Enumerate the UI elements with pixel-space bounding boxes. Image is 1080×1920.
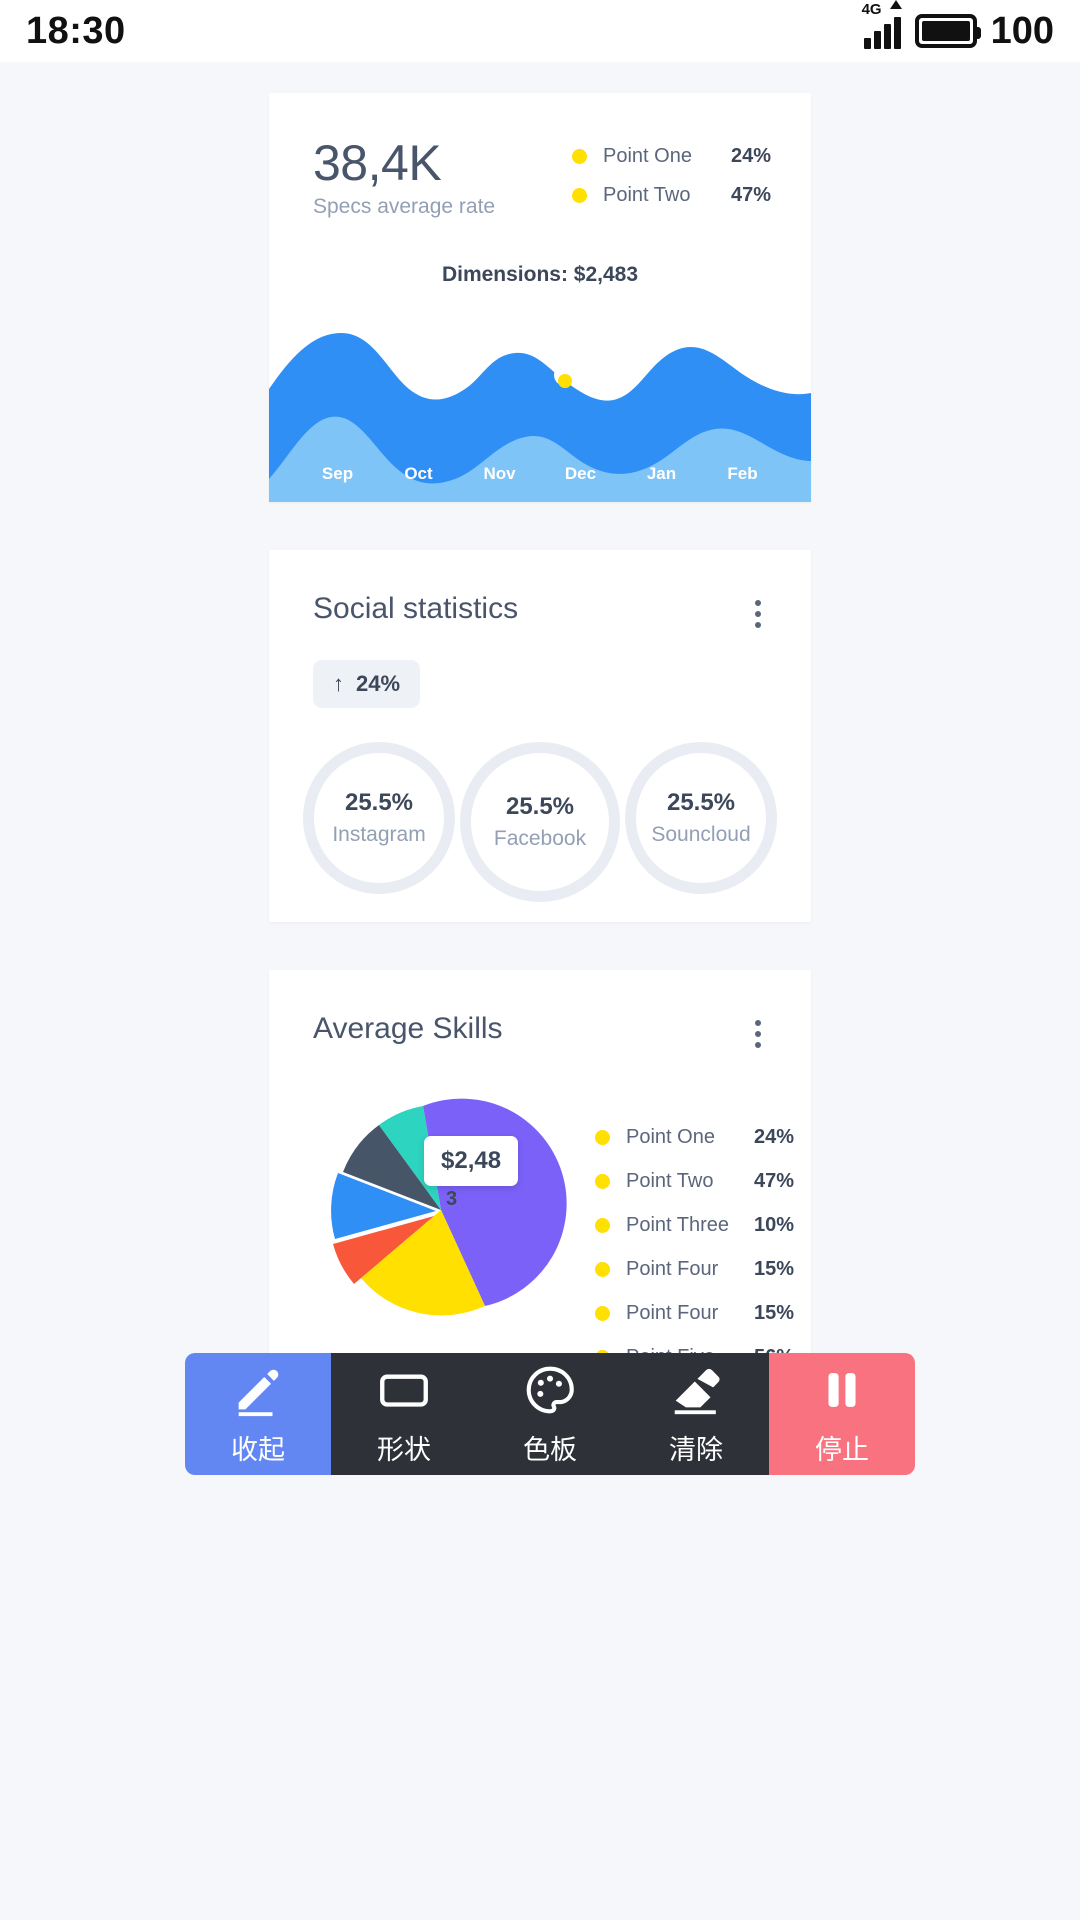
- eraser-icon: [674, 1368, 720, 1415]
- ring-percent: 25.5%: [344, 789, 414, 816]
- month-label: Nov: [483, 464, 516, 483]
- drawing-toolbar: 收起 形状 色板 清除 停止: [185, 1353, 915, 1475]
- network-type-label: 4G: [861, 1, 882, 18]
- month-label: Jan: [646, 464, 677, 483]
- legend-label: Point One: [626, 1126, 715, 1148]
- kpi-block: 38,4K Specs average rate: [313, 137, 495, 223]
- legend-item[interactable]: Point Two 47%: [595, 1170, 794, 1193]
- more-options-icon[interactable]: [745, 592, 771, 636]
- legend-dot-icon: [595, 1130, 610, 1145]
- legend-item[interactable]: Point Four 15%: [595, 1258, 794, 1281]
- area-chart: Sep Oct Nov Dec Jan Feb: [269, 327, 811, 502]
- signal-icon: 4G: [862, 0, 902, 49]
- legend-value: 10%: [753, 1214, 794, 1236]
- arrow-up-icon: ↑: [333, 671, 344, 696]
- social-ring-souncloud[interactable]: 25.5% Souncloud: [625, 742, 777, 894]
- battery-percent: 100: [990, 9, 1054, 52]
- legend-item[interactable]: Point Two 47%: [572, 184, 771, 207]
- toolbar-label: 停止: [815, 1435, 869, 1465]
- legend-dot-icon: [595, 1218, 610, 1233]
- legend-value: 47%: [753, 1170, 794, 1192]
- ring-label: Souncloud: [651, 823, 751, 846]
- toolbar-label: 色板: [523, 1435, 577, 1465]
- ring-percent: 25.5%: [666, 789, 736, 816]
- palette-icon: [526, 1366, 574, 1414]
- toolbar-label: 收起: [231, 1435, 285, 1465]
- legend-dot-icon: [572, 149, 587, 164]
- pie-tooltip: $2,48: [424, 1136, 519, 1186]
- specs-average-rate-card: 38,4K Specs average rate Point One 24% P…: [269, 93, 811, 502]
- status-badge: ↑ 24%: [313, 660, 421, 708]
- legend-item[interactable]: Point Three 10%: [595, 1214, 794, 1237]
- wave-card-header: 38,4K Specs average rate Point One 24% P…: [269, 93, 811, 223]
- legend-dot-icon: [595, 1262, 610, 1277]
- status-bar: 18:30 4G 100: [0, 0, 1080, 62]
- legend-dot-icon: [572, 188, 587, 203]
- legend-label: Point Two: [603, 184, 691, 206]
- dashboard-content: 38,4K Specs average rate Point One 24% P…: [0, 93, 1080, 1368]
- legend-item[interactable]: Point Four 15%: [595, 1302, 794, 1325]
- month-label: Sep: [321, 464, 354, 483]
- toolbar-button-shape[interactable]: 形状: [331, 1353, 477, 1475]
- legend-dot-icon: [595, 1174, 610, 1189]
- month-label: Feb: [727, 464, 758, 483]
- ring-percent: 25.5%: [505, 793, 575, 820]
- legend-label: Point Two: [626, 1170, 714, 1192]
- kpi-value: 38,4K: [313, 135, 442, 191]
- ring-label: Facebook: [493, 827, 587, 850]
- social-ring-instagram[interactable]: 25.5% Instagram: [303, 742, 455, 894]
- month-label: Oct: [404, 464, 433, 483]
- social-statistics-card: Social statistics ↑ 24% 25.5% Instagram …: [269, 550, 811, 922]
- legend-value: 24%: [753, 1126, 794, 1148]
- pencil-icon: [238, 1369, 279, 1417]
- legend-item[interactable]: Point One 24%: [595, 1126, 794, 1149]
- legend-value: 47%: [730, 184, 771, 206]
- legend-item[interactable]: Point One 24%: [572, 145, 771, 168]
- social-rings: 25.5% Instagram 25.5% Facebook 25.5% Sou…: [269, 708, 811, 902]
- social-ring-facebook[interactable]: 25.5% Facebook: [460, 742, 620, 902]
- pie-chart: $2,48 3: [291, 1078, 591, 1348]
- legend-value: 15%: [753, 1258, 794, 1280]
- toolbar-label: 清除: [669, 1435, 723, 1465]
- pie-tooltip-overflow: 3: [446, 1188, 458, 1210]
- social-card-header: Social statistics: [269, 550, 811, 636]
- more-options-icon[interactable]: [745, 1012, 771, 1056]
- signal-arrow-icon: [889, 0, 902, 9]
- toolbar-label: 形状: [377, 1435, 431, 1465]
- status-indicators: 4G 100: [862, 0, 1054, 53]
- month-label: Dec: [564, 464, 597, 483]
- legend-dot-icon: [595, 1306, 610, 1321]
- toolbar-button-collapse[interactable]: 收起: [185, 1353, 331, 1475]
- legend-value: 15%: [753, 1302, 794, 1324]
- status-time: 18:30: [26, 9, 126, 52]
- rectangle-icon: [380, 1374, 428, 1407]
- month-axis: Sep Oct Nov Dec Jan Feb: [269, 464, 811, 484]
- page-title-skills: Average Skills: [313, 1012, 503, 1045]
- toolbar-button-stop[interactable]: 停止: [769, 1353, 915, 1475]
- chart-marker-dot-top: [558, 374, 572, 388]
- pie-legend: Point One 24% Point Two 47% Point Three …: [595, 1078, 794, 1390]
- skills-card-header: Average Skills: [269, 970, 811, 1056]
- page-title-social: Social statistics: [313, 592, 519, 625]
- legend-value: 24%: [730, 145, 771, 167]
- pie-chart-svg: [331, 1098, 567, 1316]
- trend-value: 24%: [356, 671, 401, 696]
- dimensions-label: Dimensions: $2,483: [441, 263, 639, 286]
- legend-label: Point One: [603, 145, 692, 167]
- ring-label: Instagram: [332, 823, 426, 846]
- battery-icon: [914, 14, 981, 48]
- legend-label: Point Four: [626, 1258, 719, 1280]
- average-skills-card: Average Skills $2,48 3 Point One 24% Poi…: [269, 970, 811, 1368]
- legend-label: Point Three: [626, 1214, 730, 1236]
- kpi-subtitle: Specs average rate: [313, 194, 496, 218]
- toolbar-button-palette[interactable]: 色板: [477, 1353, 623, 1475]
- wave-legend: Point One 24% Point Two 47%: [572, 137, 771, 223]
- legend-label: Point Four: [626, 1302, 719, 1324]
- toolbar-button-clear[interactable]: 清除: [623, 1353, 769, 1475]
- pie-chart-body: $2,48 3 Point One 24% Point Two 47% Poin…: [269, 1056, 811, 1390]
- pause-icon: [828, 1373, 856, 1407]
